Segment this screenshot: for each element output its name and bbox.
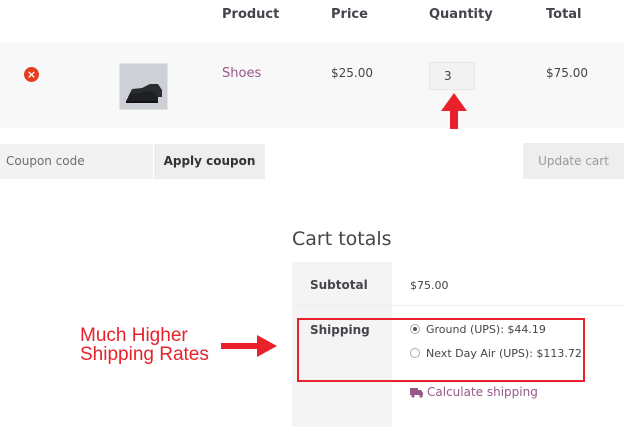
update-cart-button[interactable]: Update cart bbox=[523, 143, 624, 179]
cart-item-row bbox=[0, 42, 624, 128]
red-arrow-icon bbox=[441, 93, 467, 129]
truck-icon bbox=[410, 388, 423, 398]
cart-totals-title: Cart totals bbox=[292, 228, 392, 250]
product-name-link[interactable]: Shoes bbox=[222, 66, 261, 81]
apply-coupon-button[interactable]: Apply coupon bbox=[154, 144, 265, 179]
shipping-highlight-box bbox=[297, 318, 585, 382]
coupon-code-input[interactable]: Coupon code bbox=[0, 144, 153, 179]
remove-item-button[interactable]: × bbox=[24, 67, 39, 82]
product-price: $25.00 bbox=[331, 66, 373, 80]
annotation-arrow-icon bbox=[221, 335, 277, 357]
remove-x-icon: × bbox=[26, 68, 37, 81]
header-quantity: Quantity bbox=[429, 7, 493, 22]
header-total: Total bbox=[546, 7, 582, 22]
quantity-input[interactable]: 3 bbox=[429, 62, 475, 90]
subtotal-label: Subtotal bbox=[310, 278, 368, 292]
product-thumbnail[interactable] bbox=[119, 63, 168, 110]
product-line-total: $75.00 bbox=[546, 66, 588, 80]
calculate-shipping-link[interactable]: Calculate shipping bbox=[427, 385, 538, 399]
header-product: Product bbox=[222, 7, 280, 22]
header-price: Price bbox=[331, 7, 368, 22]
subtotal-value: $75.00 bbox=[410, 279, 449, 292]
totals-divider bbox=[292, 305, 624, 306]
shoe-thumbnail bbox=[120, 64, 167, 109]
